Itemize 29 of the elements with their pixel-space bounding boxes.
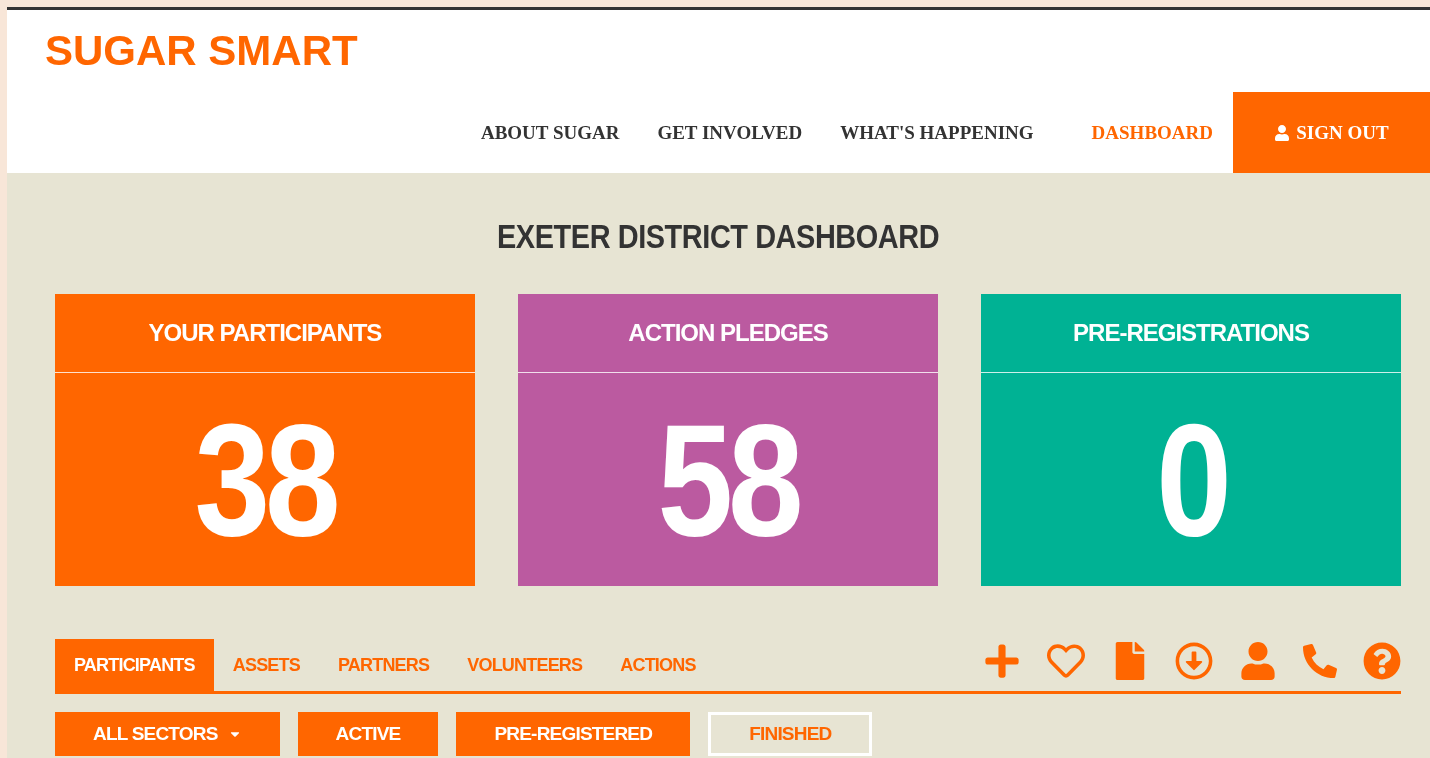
tab[interactable]: VOLUNTEERS bbox=[448, 639, 602, 691]
stat-label: YOUR PARTICIPANTS bbox=[148, 319, 382, 347]
person-icon bbox=[1274, 124, 1291, 141]
nav-link[interactable]: DASHBOARD bbox=[1091, 121, 1213, 144]
nav-link[interactable]: GET INVOLVED bbox=[657, 121, 803, 144]
download-button[interactable] bbox=[1175, 642, 1213, 680]
site-logo[interactable]: SUGAR SMART bbox=[45, 30, 358, 72]
filter-button[interactable]: PRE-REGISTERED bbox=[456, 712, 691, 756]
sector-dropdown[interactable]: ALL SECTORS bbox=[55, 712, 280, 756]
sign-out-button[interactable]: SIGN OUT bbox=[1233, 92, 1430, 173]
tab[interactable]: ACTIONS bbox=[601, 639, 715, 691]
filter-button[interactable]: FINISHED bbox=[708, 712, 873, 756]
stat-label: ACTION PLEDGES bbox=[628, 319, 828, 347]
stat-label: PRE-REGISTRATIONS bbox=[1073, 319, 1309, 347]
heart-button[interactable] bbox=[1047, 642, 1085, 680]
filter-button[interactable]: ACTIVE bbox=[297, 712, 439, 756]
add-button[interactable] bbox=[983, 642, 1021, 680]
tab[interactable]: PARTICIPANTS bbox=[55, 639, 214, 691]
nav-link[interactable]: ABOUT SUGAR bbox=[480, 121, 620, 144]
stat-value: 58 bbox=[657, 399, 799, 560]
person-button[interactable] bbox=[1239, 642, 1277, 680]
stat-value: 0 bbox=[1155, 399, 1227, 560]
phone-button[interactable] bbox=[1303, 644, 1337, 678]
tab[interactable]: PARTNERS bbox=[318, 639, 449, 691]
help-button[interactable] bbox=[1363, 642, 1401, 680]
nav-link[interactable]: WHAT'S HAPPENING bbox=[840, 121, 1034, 144]
tab[interactable]: ASSETS bbox=[213, 639, 319, 691]
page-title: EXETER DISTRICT DASHBOARD bbox=[497, 217, 940, 256]
stat-value: 38 bbox=[194, 399, 336, 560]
